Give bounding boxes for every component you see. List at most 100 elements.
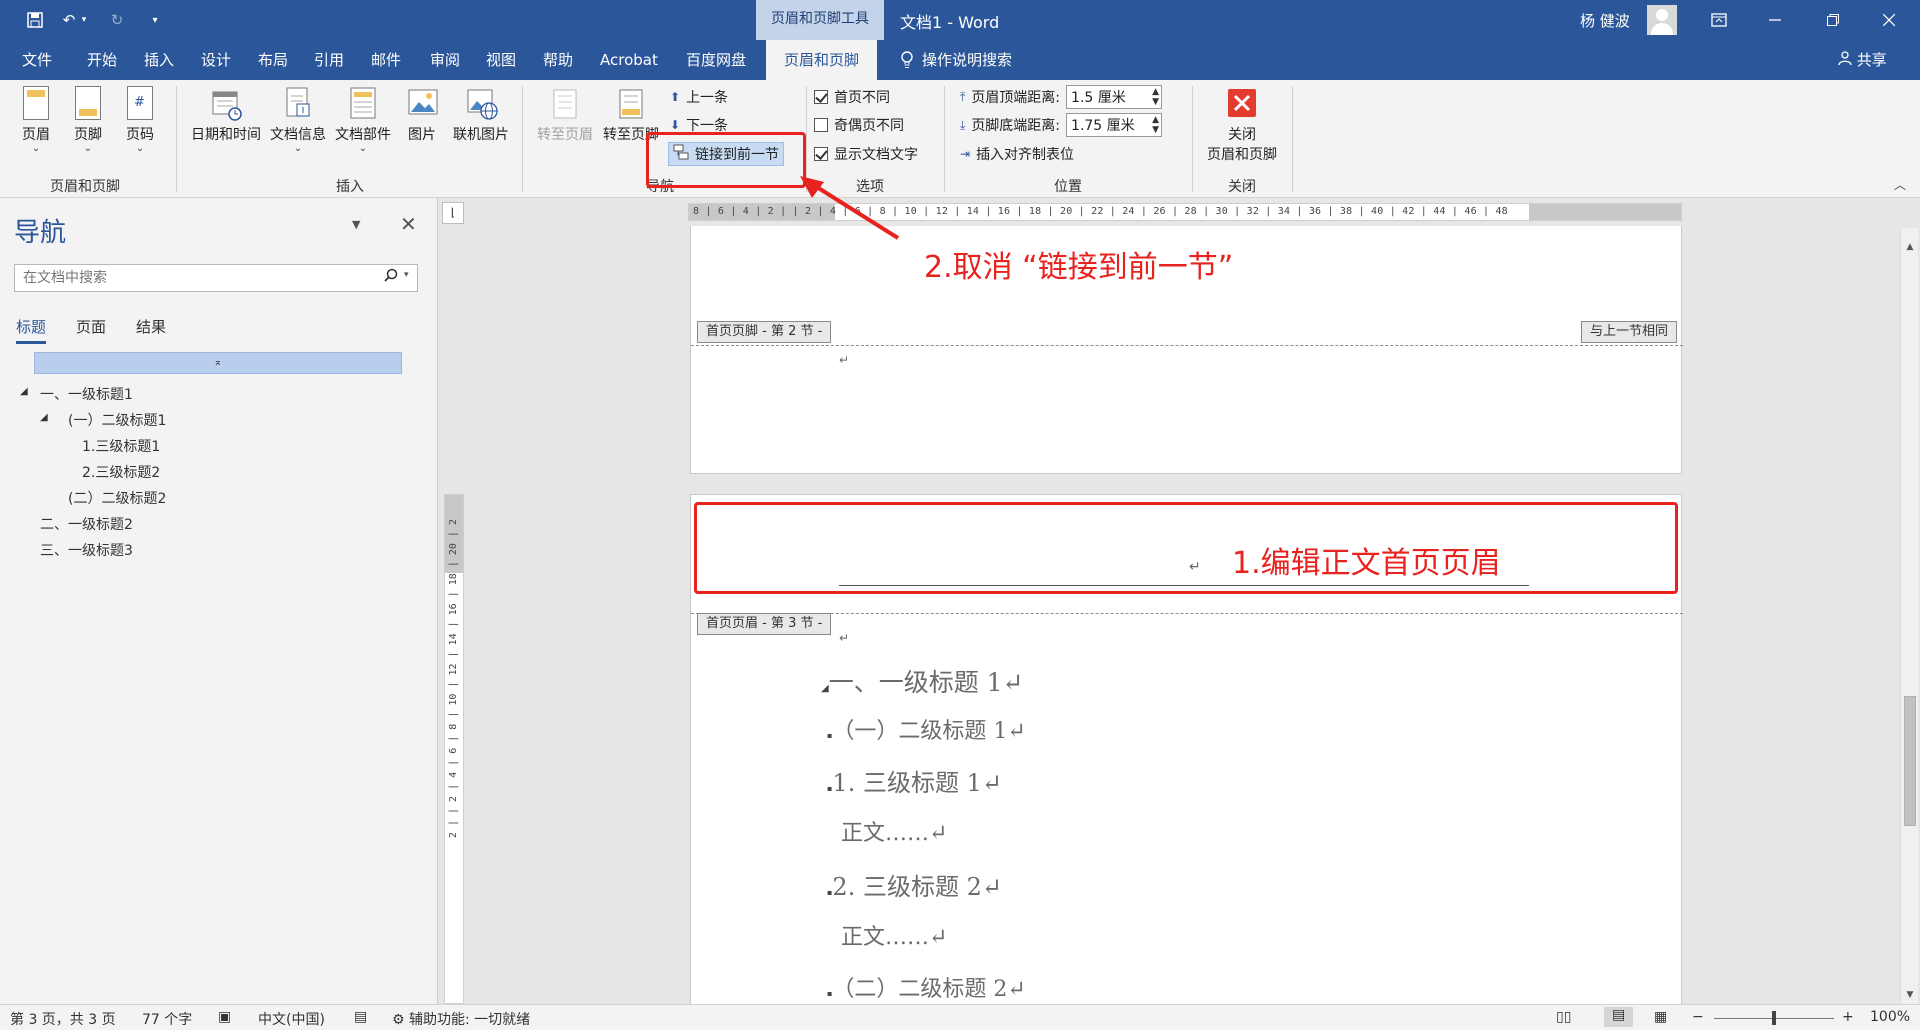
undo-dropdown-icon[interactable]: ▾	[78, 9, 90, 31]
collapse-triangle-icon[interactable]: ◢	[20, 386, 28, 397]
insert-alignment-tab-button[interactable]: ⇥ 插入对齐制表位	[960, 142, 1074, 166]
nav-heading-item[interactable]: 2.三级标题2	[82, 462, 160, 482]
zoom-in-icon[interactable]: +	[1842, 1009, 1854, 1025]
tab-home[interactable]: 开始	[87, 40, 117, 80]
different-odd-even-checkbox[interactable]: 奇偶页不同	[814, 113, 904, 137]
picture-icon	[407, 86, 438, 122]
collapse-ribbon-icon[interactable]: ︿	[1894, 176, 1906, 193]
language[interactable]: 中文(中国)	[258, 1009, 325, 1029]
doc-heading-1[interactable]: ◢一、一级标题 1↵	[821, 663, 1024, 699]
date-time-button[interactable]: 日期和时间	[186, 86, 266, 144]
document-info-button[interactable]: 文档信息 ⌄	[266, 86, 330, 154]
restore-icon[interactable]	[1810, 0, 1856, 40]
close-icon[interactable]: ✕	[400, 212, 417, 236]
previous-button[interactable]: ⬆ 上一条	[670, 85, 728, 109]
word-count[interactable]: 77 个字	[142, 1009, 192, 1029]
tab-layout[interactable]: 布局	[258, 40, 288, 80]
page-number-button[interactable]: # 页码 ⌄	[120, 86, 160, 154]
tab-references[interactable]: 引用	[314, 40, 344, 80]
nav-tab-headings[interactable]: 标题	[16, 316, 47, 344]
redo-icon[interactable]: ↻	[104, 9, 130, 31]
nav-heading-item[interactable]: 三、一级标题3	[40, 540, 133, 560]
online-pictures-button[interactable]: 联机图片	[448, 86, 514, 144]
nav-heading-item[interactable]: 二、一级标题2	[40, 514, 133, 534]
different-first-page-checkbox[interactable]: 首页不同	[814, 85, 890, 109]
nav-heading-item[interactable]: (二）二级标题2	[68, 488, 166, 508]
doc-heading-3[interactable]: ▪1. 三级标题 1↵	[827, 763, 1002, 798]
ribbon-tabs: 文件 开始 插入 设计 布局 引用 邮件 审阅 视图 帮助 Acrobat 百度…	[0, 40, 1920, 80]
nav-heading-item[interactable]: 一、一级标题1	[40, 384, 133, 404]
page-count[interactable]: 第 3 页，共 3 页	[10, 1009, 116, 1029]
zoom-out-icon[interactable]: −	[1692, 1009, 1704, 1025]
document-parts-button[interactable]: 文档部件 ⌄	[330, 86, 396, 154]
save-icon[interactable]	[22, 9, 48, 31]
doc-heading-2[interactable]: ▪（二）二级标题 2↵	[827, 971, 1026, 1003]
zoom-slider-thumb[interactable]	[1772, 1011, 1776, 1025]
footer-button[interactable]: 页脚 ⌄	[68, 86, 108, 154]
spin-arrows-icon[interactable]: ▲ ▼	[1152, 87, 1159, 107]
nav-scroll-up-bar[interactable]: ⌅	[34, 352, 402, 374]
nav-search-input[interactable]	[14, 264, 418, 292]
tab-acrobat[interactable]: Acrobat	[600, 40, 658, 80]
document-info-label: 文档信息	[270, 127, 326, 143]
search-dropdown-icon[interactable]: ▾	[404, 270, 409, 280]
doc-body-text[interactable]: 正文……↵	[841, 815, 947, 847]
minimize-icon[interactable]	[1752, 0, 1798, 40]
tab-selector[interactable]: ⌊	[442, 202, 464, 224]
tab-file[interactable]: 文件	[22, 40, 52, 80]
tab-baidu-netdisk[interactable]: 百度网盘	[686, 40, 746, 80]
ribbon-display-options-icon[interactable]	[1696, 0, 1742, 40]
context-tools-label: 页眉和页脚工具	[756, 0, 884, 40]
accessibility-status[interactable]: ⚙ 辅助功能: 一切就绪	[392, 1009, 530, 1029]
document-parts-label: 文档部件	[335, 127, 391, 143]
scrollbar-thumb[interactable]	[1904, 696, 1916, 826]
nav-heading-item[interactable]: 1.三级标题1	[82, 436, 160, 456]
macro-icon[interactable]: ▤	[354, 1009, 367, 1025]
pictures-button[interactable]: 图片	[402, 86, 442, 144]
tab-mailings[interactable]: 邮件	[371, 40, 401, 80]
vertical-ruler-ticks: 2 | | 2 | 4 | 6 | 8 | 10 | 12 | 14 | 16 …	[448, 519, 459, 839]
nav-heading-item[interactable]: (一）二级标题1	[68, 410, 166, 430]
tab-help[interactable]: 帮助	[543, 40, 573, 80]
customize-quick-access-icon[interactable]: ▾	[142, 9, 168, 31]
nav-tab-pages[interactable]: 页面	[76, 316, 106, 337]
group-separator	[944, 86, 945, 192]
header-button[interactable]: 页眉 ⌄	[16, 86, 56, 154]
doc-heading-2[interactable]: ▪（一）二级标题 1↵	[827, 713, 1026, 745]
online-picture-icon	[466, 86, 498, 122]
read-mode-icon[interactable]: ▯▯	[1556, 1009, 1571, 1025]
share-button[interactable]: 共享	[1838, 40, 1887, 80]
search-icon[interactable]	[384, 268, 398, 286]
vertical-scrollbar[interactable]: ▲ ▼	[1900, 228, 1918, 1004]
vertical-ruler[interactable]: 2 | | 2 | 4 | 6 | 8 | 10 | 12 | 14 | 16 …	[444, 494, 464, 1004]
user-name[interactable]: 杨 健波	[1580, 10, 1630, 31]
scroll-down-icon[interactable]: ▼	[1901, 986, 1919, 1004]
tab-design[interactable]: 设计	[201, 40, 231, 80]
document-area: 首页页脚 - 第 2 节 - 与上一节相同 ↵ ↵ 首页页眉 - 第 3 节 -…	[474, 226, 1898, 1004]
print-layout-icon[interactable]: ▤	[1604, 1007, 1634, 1027]
tab-header-footer[interactable]: 页眉和页脚	[766, 40, 878, 80]
header-top-distance-input[interactable]: 1.5 厘米 ▲ ▼	[1066, 85, 1163, 109]
spin-arrows-icon[interactable]: ▲ ▼	[1152, 115, 1159, 135]
close-header-footer-button[interactable]: 关闭 页眉和页脚	[1200, 86, 1284, 164]
scroll-up-icon[interactable]: ▲	[1901, 238, 1919, 256]
tab-insert[interactable]: 插入	[144, 40, 174, 80]
tab-review[interactable]: 审阅	[430, 40, 460, 80]
nav-tab-results[interactable]: 结果	[136, 316, 166, 337]
web-layout-icon[interactable]: ▦	[1654, 1009, 1667, 1025]
goto-header-button[interactable]: 转至页眉	[532, 86, 598, 144]
nav-options-chevron-down-icon[interactable]: ▼	[352, 218, 360, 231]
proofing-icon[interactable]: ▣	[218, 1009, 231, 1025]
show-document-text-checkbox[interactable]: 显示文档文字	[814, 142, 918, 166]
footer-bottom-distance-input[interactable]: 1.75 厘米 ▲ ▼	[1066, 113, 1163, 137]
zoom-level[interactable]: 100%	[1870, 1009, 1910, 1025]
avatar[interactable]	[1647, 5, 1677, 35]
tell-me-search[interactable]: 操作说明搜索	[900, 40, 1012, 80]
doc-heading-3[interactable]: ▪2. 三级标题 2↵	[827, 867, 1002, 902]
tab-view[interactable]: 视图	[486, 40, 516, 80]
alignment-tab-icon: ⇥	[960, 147, 971, 161]
collapse-triangle-icon[interactable]: ◢	[40, 412, 48, 423]
doc-body-text[interactable]: 正文……↵	[841, 919, 947, 951]
different-first-page-label: 首页不同	[834, 90, 890, 106]
close-window-icon[interactable]	[1866, 0, 1912, 40]
